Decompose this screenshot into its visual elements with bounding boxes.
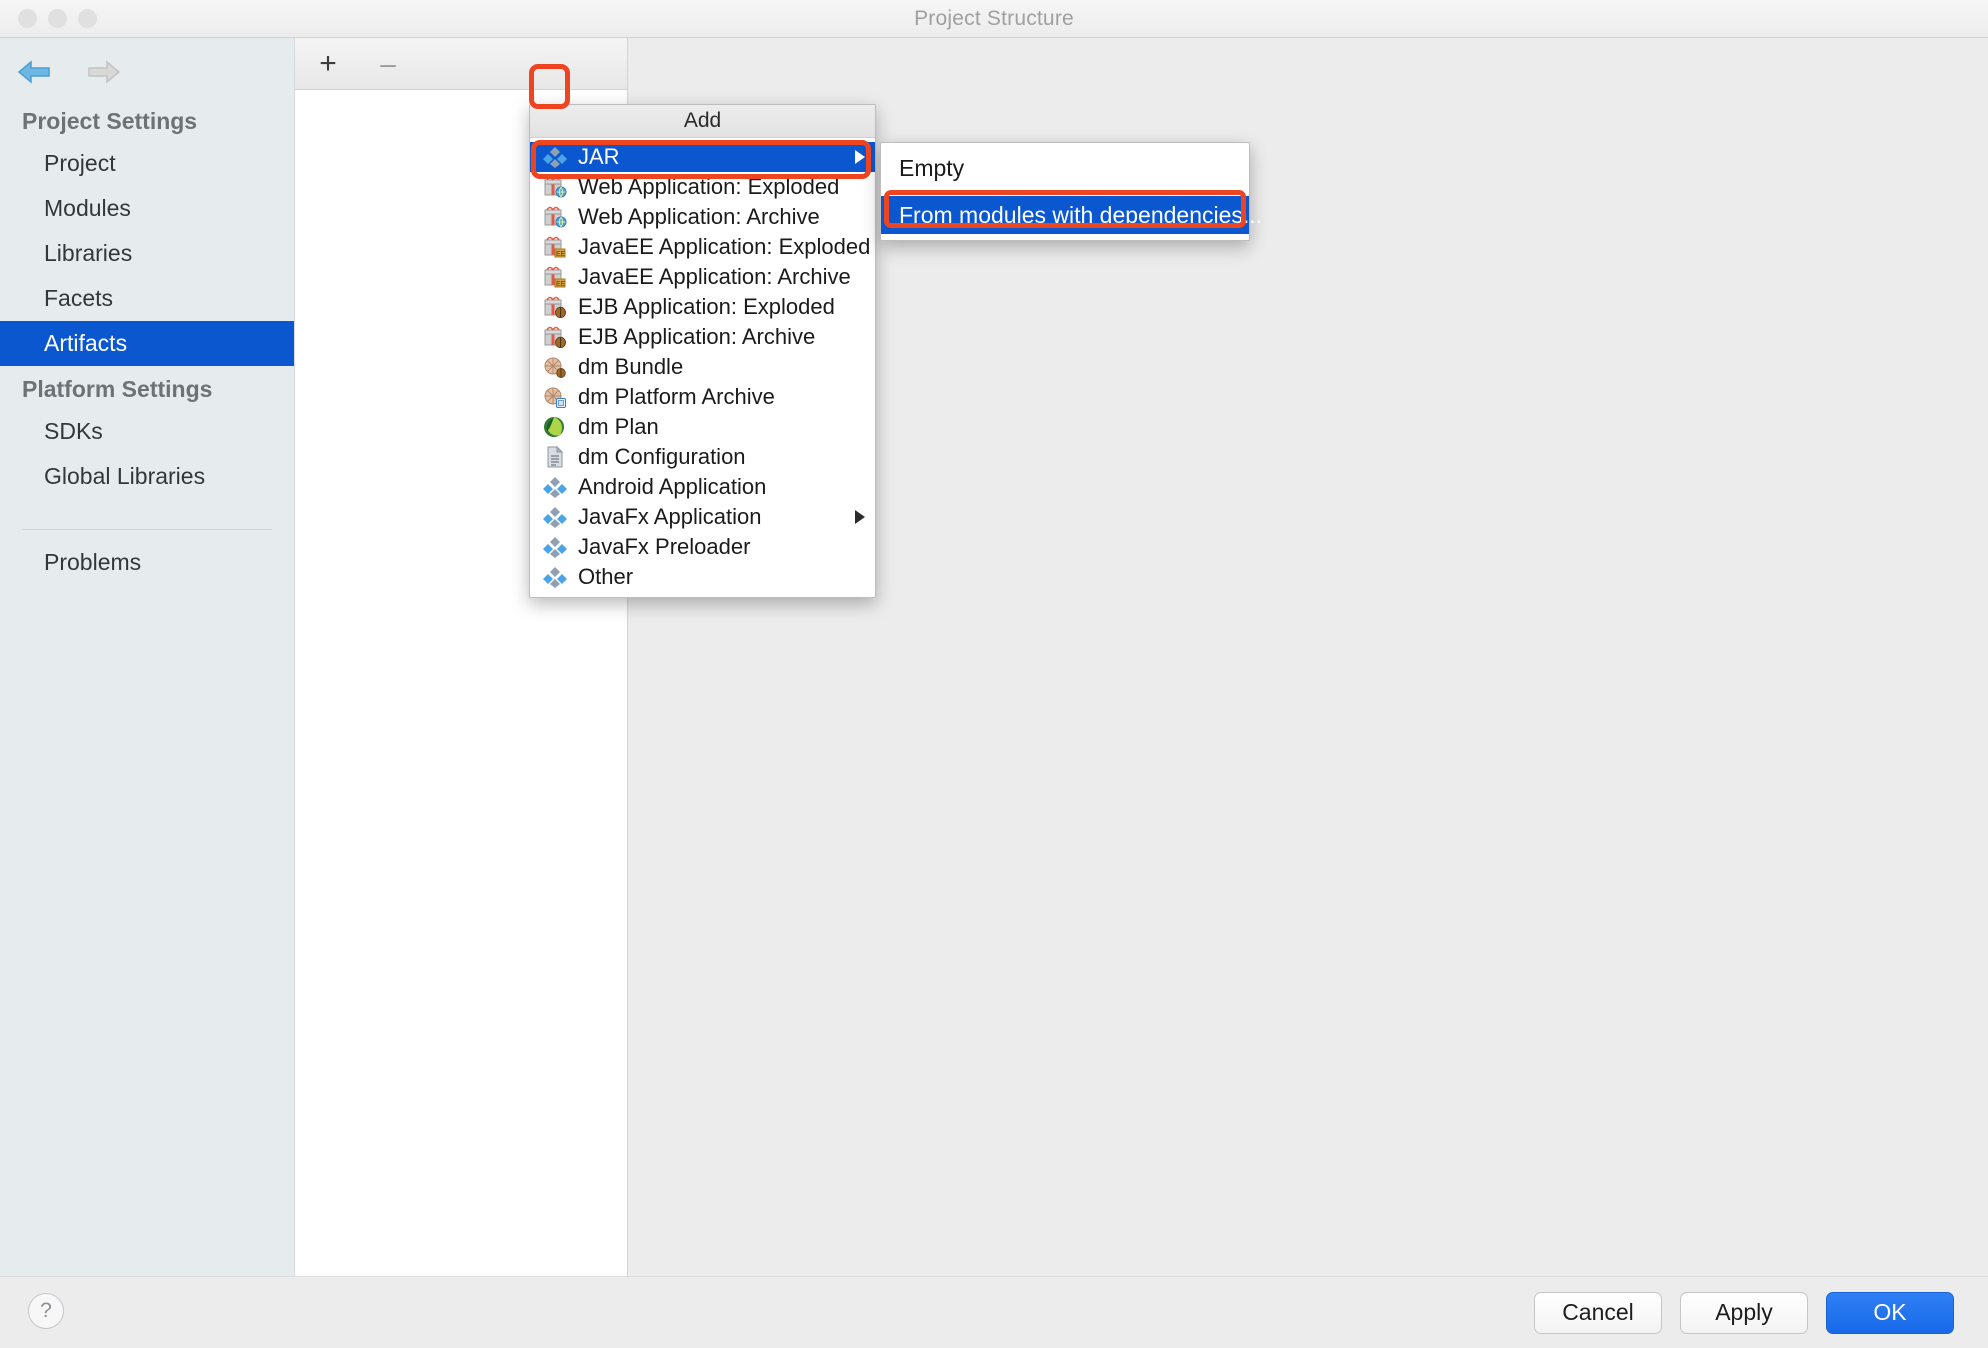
chevron-right-icon [855,510,865,524]
sidebar-item-artifacts[interactable]: Artifacts [0,321,294,367]
add-artifact-button[interactable]: + [313,48,343,79]
menu-item-javafx-application[interactable]: JavaFx Application [530,502,875,532]
menu-item-label: Android Application [578,474,767,499]
other-diamonds-icon [542,565,568,589]
sidebar-item-sdks[interactable]: SDKs [0,409,294,454]
menu-item-dm-platform-archive[interactable]: dm Platform Archive [530,382,875,412]
forward-button[interactable] [82,57,124,87]
javafx-preloader-diamonds-icon [542,535,568,559]
menu-item-label: JavaEE Application: Archive [578,264,851,289]
menu-item-javaee-application-archive[interactable]: EE JavaEE Application: Archive [530,262,875,292]
menu-item-web-application-archive[interactable]: Web Application: Archive [530,202,875,232]
sidebar-item-facets[interactable]: Facets [0,276,294,321]
sidebar-item-global-libraries[interactable]: Global Libraries [0,454,294,499]
android-diamonds-icon [542,475,568,499]
sidebar-divider [22,529,272,531]
dm-plan-leaf-icon [542,415,568,439]
arrow-left-icon [17,60,50,84]
menu-item-ejb-application-archive[interactable]: EJB Application: Archive [530,322,875,352]
dialog-footer: ? Cancel Apply OK [0,1276,1988,1348]
jar-diamonds-icon [542,145,568,169]
menu-item-label: EJB Application: Archive [578,324,816,349]
svg-text:EE: EE [556,251,566,258]
sidebar-item-libraries[interactable]: Libraries [0,231,294,276]
menu-item-other[interactable]: Other [530,562,875,592]
ejb-exploded-icon [542,295,568,319]
sidebar-item-problems[interactable]: Problems [0,540,294,585]
menu-item-label: Web Application: Archive [578,204,820,229]
menu-item-javafx-preloader[interactable]: JavaFx Preloader [530,532,875,562]
add-menu-header: Add [530,105,875,138]
window-title: Project Structure [914,6,1074,30]
menu-item-label: Web Application: Exploded [578,174,840,199]
jar-submenu: Empty From modules with dependencies... [880,142,1262,241]
menu-item-javaee-application-exploded[interactable]: EE JavaEE Application: Exploded [530,232,875,262]
menu-item-label: JavaFx Application [578,504,762,529]
cancel-button[interactable]: Cancel [1534,1291,1662,1334]
title-bar: Project Structure [0,0,1988,38]
web-app-exploded-icon [542,175,568,199]
menu-item-label: dm Plan [578,414,659,439]
menu-item-ejb-application-exploded[interactable]: EJB Application: Exploded [530,292,875,322]
navigation-bar [0,46,294,98]
content-area: + – Add JAR Web Application: Exploded We… [295,38,1988,1276]
javafx-diamonds-icon [542,505,568,529]
ok-button[interactable]: OK [1826,1291,1954,1334]
settings-sidebar: Project Settings Project Modules Librari… [0,38,295,1276]
menu-item-label: JavaFx Preloader [578,534,751,559]
apply-button[interactable]: Apply [1680,1291,1808,1334]
javaee-archive-icon: EE [542,265,568,289]
project-structure-window: Project Structure Project Settings Proje… [0,0,1988,1348]
web-app-archive-icon [542,205,568,229]
dm-platform-archive-icon [542,385,568,409]
help-button[interactable]: ? [28,1293,64,1329]
add-artifact-menu: Add JAR Web Application: Exploded Web Ap… [529,104,876,598]
menu-item-label: dm Configuration [578,444,746,469]
menu-item-label: EJB Application: Exploded [578,294,835,319]
menu-item-label: Other [578,564,634,589]
artifacts-toolbar: + – [295,38,627,90]
menu-item-dm-plan[interactable]: dm Plan [530,412,875,442]
javaee-exploded-icon: EE [542,235,568,259]
menu-item-jar[interactable]: JAR [530,142,875,172]
sidebar-item-project[interactable]: Project [0,141,294,186]
dm-configuration-document-icon [542,445,568,469]
submenu-divider [891,191,1239,192]
menu-item-label: JAR [578,144,620,169]
remove-artifact-button[interactable]: – [373,49,403,78]
menu-item-web-application-exploded[interactable]: Web Application: Exploded [530,172,875,202]
submenu-item-empty[interactable]: Empty [881,149,1249,187]
menu-item-dm-configuration[interactable]: dm Configuration [530,442,875,472]
dialog-body: Project Settings Project Modules Librari… [0,38,1988,1276]
dm-bundle-icon [542,355,568,379]
menu-item-label: dm Bundle [578,354,684,379]
sidebar-group-platform-settings: Platform Settings [22,376,213,403]
sidebar-group-project-settings: Project Settings [22,108,198,134]
add-menu-list: JAR Web Application: Exploded Web Applic… [530,138,875,592]
ejb-archive-icon [542,325,568,349]
sidebar-item-modules[interactable]: Modules [0,186,294,231]
chevron-right-icon [855,150,865,164]
back-button[interactable] [14,57,56,87]
menu-item-android-application[interactable]: Android Application [530,472,875,502]
arrow-right-icon [88,60,121,84]
svg-text:EE: EE [556,281,566,288]
menu-item-label: JavaEE Application: Exploded [578,234,871,259]
menu-item-dm-bundle[interactable]: dm Bundle [530,352,875,382]
submenu-item-from-modules-with-dependencies[interactable]: From modules with dependencies... [881,196,1262,234]
menu-item-label: dm Platform Archive [578,384,775,409]
